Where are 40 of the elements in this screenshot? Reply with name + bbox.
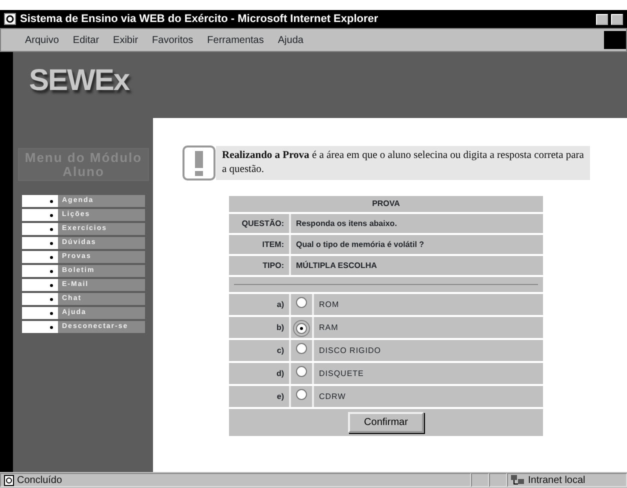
radio-button[interactable] (296, 366, 307, 377)
option-letter: e) (229, 386, 291, 407)
menu-item[interactable]: Exibir (113, 32, 138, 48)
table-header: PROVA (229, 196, 543, 212)
menu-item[interactable]: Ajuda (278, 32, 304, 48)
window-title: Sistema de Ensino via WEB do Exército - Microsoft Internet Explorer (20, 12, 378, 27)
option-label: RAM (314, 317, 543, 338)
menu-item[interactable]: Arquivo (25, 32, 59, 48)
network-icon (511, 474, 525, 486)
field-label: ITEM: (229, 235, 291, 254)
option-label: CDRW (314, 386, 543, 407)
option-label: ROM (314, 294, 543, 315)
radio-button[interactable] (296, 297, 307, 308)
notice-text: Realizando a Prova é a área em que o aluno selecina ou digita a resposta correta para a questão. (216, 146, 590, 180)
option-letter: d) (229, 363, 291, 384)
menu-item[interactable]: Ferramentas (207, 32, 264, 48)
option-letter: b) (229, 317, 291, 338)
radio-button[interactable] (296, 322, 307, 334)
field-value: Responda os itens abaixo. (291, 214, 543, 233)
status-text: Concluído (17, 474, 62, 488)
radio-button[interactable] (296, 343, 307, 354)
zone-text: Intranet local (528, 474, 586, 488)
logo: SEWEx (29, 66, 130, 96)
page-icon (4, 474, 14, 486)
exclamation-icon (182, 145, 216, 181)
option-letter: c) (229, 340, 291, 361)
radio-button[interactable] (296, 389, 307, 400)
minimize-button[interactable] (596, 14, 608, 24)
field-label: TIPO: (229, 256, 291, 275)
confirm-button[interactable]: Confirmar (348, 412, 424, 433)
option-label: DISCO RIGIDO (314, 340, 543, 361)
menu-item[interactable]: Favoritos (152, 32, 194, 48)
maximize-button[interactable] (611, 14, 623, 24)
field-value: Qual o tipo de memória é volátil ? (291, 235, 543, 254)
app-icon (4, 13, 16, 25)
field-value: MÚLTIPLA ESCOLHA (291, 256, 543, 275)
field-label: QUESTÃO: (229, 214, 291, 233)
option-letter: a) (229, 294, 291, 315)
menu-item[interactable]: Editar (72, 32, 100, 48)
option-label: DISQUETE (314, 363, 543, 384)
